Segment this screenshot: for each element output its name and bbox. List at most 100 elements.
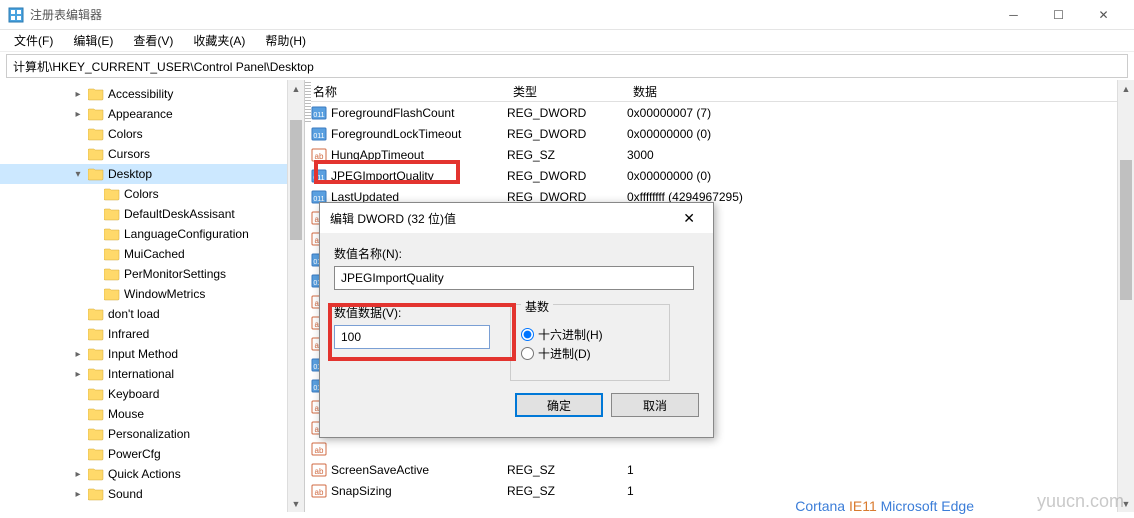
scroll-down-icon[interactable]: ▼ <box>288 495 304 512</box>
scroll-up-icon[interactable]: ▲ <box>288 80 304 97</box>
tree-item[interactable]: PowerCfg <box>0 444 304 464</box>
dialog-close-icon[interactable]: ✕ <box>675 210 703 227</box>
folder-icon <box>88 367 104 381</box>
chevron-right-icon[interactable]: ▸ <box>72 349 84 360</box>
folder-icon <box>88 87 104 101</box>
tree-item[interactable]: DefaultDeskAssisant <box>0 204 304 224</box>
tree-item-label: Keyboard <box>108 387 159 401</box>
tree-item[interactable]: LanguageConfiguration <box>0 224 304 244</box>
folder-icon <box>88 307 104 321</box>
tree-scrollbar[interactable]: ▲ ▼ <box>287 80 304 512</box>
chevron-right-icon[interactable]: ▸ <box>72 89 84 100</box>
tree-item-label: WindowMetrics <box>124 287 205 301</box>
radio-dec-label: 十进制(D) <box>538 345 591 362</box>
menu-favorites[interactable]: 收藏夹(A) <box>185 30 253 51</box>
cell-data: 0x00000000 (0) <box>627 169 1134 183</box>
tree-item[interactable]: ▸Accessibility <box>0 84 304 104</box>
radio-hex-label: 十六进制(H) <box>538 326 603 343</box>
cell-type: REG_DWORD <box>507 106 627 120</box>
cell-data: 3000 <box>627 148 1134 162</box>
chevron-down-icon[interactable]: ▾ <box>72 169 84 180</box>
chevron-right-icon[interactable]: ▸ <box>72 489 84 500</box>
watermark: yuucn.com <box>1037 491 1124 512</box>
tree-panel: ▸Accessibility▸Appearance Colors Cursors ▾ D… <box>0 80 305 512</box>
scroll-thumb[interactable] <box>1120 160 1132 300</box>
list-row[interactable]: abScreenSaveActiveREG_SZ1 <box>305 459 1134 480</box>
menu-help[interactable]: 帮助(H) <box>257 30 314 51</box>
chevron-right-icon[interactable]: ▸ <box>72 469 84 480</box>
tree-item-label: Cursors <box>108 147 150 161</box>
tree-item[interactable]: Cursors <box>0 144 304 164</box>
tree-item[interactable]: Keyboard <box>0 384 304 404</box>
tree-item[interactable]: ▾ Desktop <box>0 164 304 184</box>
menu-view[interactable]: 查看(V) <box>125 30 181 51</box>
tree-item[interactable]: Infrared <box>0 324 304 344</box>
list-row[interactable]: abHungAppTimeoutREG_SZ3000 <box>305 144 1134 165</box>
tree-item-label: Colors <box>108 127 143 141</box>
radio-dec-input[interactable] <box>521 347 534 360</box>
value-data-label: 数值数据(V): <box>334 304 490 321</box>
tree-item[interactable]: ▸Appearance <box>0 104 304 124</box>
menu-edit[interactable]: 编辑(E) <box>65 30 121 51</box>
tree-item[interactable]: ▸ Input Method <box>0 344 304 364</box>
cancel-button[interactable]: 取消 <box>611 393 699 417</box>
tree-item[interactable]: ▸ Quick Actions <box>0 464 304 484</box>
menubar: 文件(F) 编辑(E) 查看(V) 收藏夹(A) 帮助(H) <box>0 30 1134 52</box>
chevron-right-icon[interactable]: ▸ <box>72 109 84 120</box>
tree-item[interactable]: PerMonitorSettings <box>0 264 304 284</box>
value-data-input[interactable] <box>334 325 490 349</box>
titlebar: 注册表编辑器 ─ ☐ ✕ <box>0 0 1134 30</box>
string-icon: ab <box>311 441 327 457</box>
cell-data: 1 <box>627 463 1134 477</box>
bg-text: Cortana IE11 Microsoft Edge <box>795 498 974 514</box>
value-name-input[interactable] <box>334 266 694 290</box>
radio-dec[interactable]: 十进制(D) <box>521 345 659 362</box>
tree-item[interactable]: don't load <box>0 304 304 324</box>
folder-icon <box>104 227 120 241</box>
tree-item[interactable]: Personalization <box>0 424 304 444</box>
tree-item[interactable]: ▸ International <box>0 364 304 384</box>
string-icon: ab <box>311 462 327 478</box>
cell-name: ForegroundLockTimeout <box>331 127 507 141</box>
list-row[interactable]: abSnapSizingREG_SZ1 <box>305 480 1134 501</box>
cell-type: REG_SZ <box>507 463 627 477</box>
menu-file[interactable]: 文件(F) <box>6 30 61 51</box>
folder-icon <box>88 467 104 481</box>
string-icon: ab <box>311 483 327 499</box>
radio-hex[interactable]: 十六进制(H) <box>521 326 659 343</box>
tree-item-label: Mouse <box>108 407 144 421</box>
scroll-up-icon[interactable]: ▲ <box>1118 80 1134 97</box>
tree-item[interactable]: Colors <box>0 184 304 204</box>
close-button[interactable]: ✕ <box>1081 0 1126 30</box>
tree-item-label: Desktop <box>108 167 152 181</box>
base-legend: 基数 <box>521 298 553 315</box>
list-row[interactable]: 011ForegroundFlashCountREG_DWORD0x000000… <box>305 102 1134 123</box>
list-row[interactable]: 011JPEGImportQualityREG_DWORD0x00000000 … <box>305 165 1134 186</box>
base-fieldset: 基数 十六进制(H) 十进制(D) <box>510 304 670 381</box>
col-data[interactable]: 数据 <box>625 80 1134 101</box>
tree-item[interactable]: WindowMetrics <box>0 284 304 304</box>
tree-item-label: Quick Actions <box>108 467 181 481</box>
path-input[interactable]: 计算机\HKEY_CURRENT_USER\Control Panel\Desk… <box>6 54 1128 78</box>
tree-item[interactable]: MuiCached <box>0 244 304 264</box>
col-name[interactable]: 名称 <box>305 80 505 101</box>
minimize-button[interactable]: ─ <box>991 0 1036 30</box>
folder-icon <box>88 487 104 501</box>
list-row[interactable]: ab <box>305 438 1134 459</box>
radio-hex-input[interactable] <box>521 328 534 341</box>
tree-item-label: Input Method <box>108 347 178 361</box>
tree-item[interactable]: ▸Sound <box>0 484 304 504</box>
list-row[interactable]: 011ForegroundLockTimeoutREG_DWORD0x00000… <box>305 123 1134 144</box>
chevron-right-icon[interactable]: ▸ <box>72 369 84 380</box>
ok-button[interactable]: 确定 <box>515 393 603 417</box>
maximize-button[interactable]: ☐ <box>1036 0 1081 30</box>
splitter[interactable] <box>305 82 311 122</box>
string-icon: ab <box>311 147 327 163</box>
scroll-thumb[interactable] <box>290 120 302 240</box>
list-scrollbar[interactable]: ▲ ▼ <box>1117 80 1134 512</box>
tree-item[interactable]: Colors <box>0 124 304 144</box>
col-type[interactable]: 类型 <box>505 80 625 101</box>
tree-item-label: International <box>108 367 174 381</box>
svg-text:011: 011 <box>313 112 324 119</box>
tree-item[interactable]: Mouse <box>0 404 304 424</box>
